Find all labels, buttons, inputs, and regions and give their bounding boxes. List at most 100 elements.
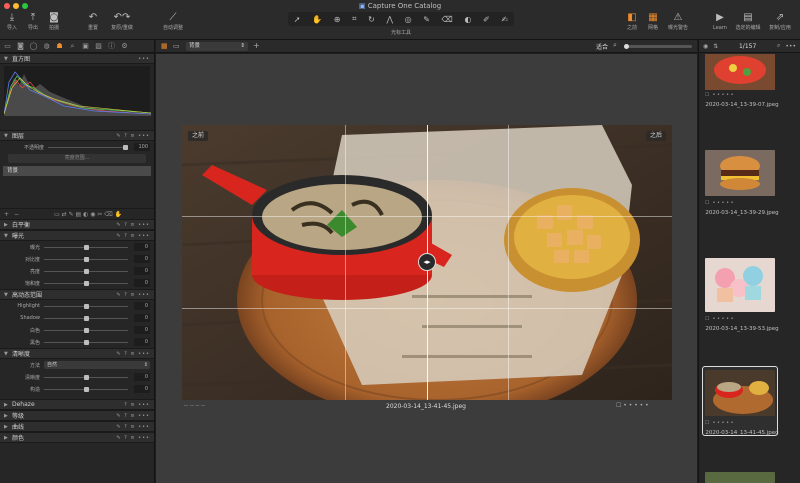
- exposure-header[interactable]: ▼ 曝光 ✎ ? ≡ •••: [0, 230, 154, 241]
- multi-view-icon[interactable]: ▭: [173, 42, 180, 50]
- before-button[interactable]: ◧ 之前: [621, 12, 643, 32]
- more-options-icon[interactable]: •••: [138, 56, 150, 62]
- capture-button[interactable]: ◙ 拍摄: [43, 12, 65, 32]
- single-view-icon[interactable]: ▦: [161, 42, 168, 50]
- hdr-header[interactable]: ▼ 高动态范围 ✎ ? ≡ •••: [0, 289, 154, 300]
- exposure-slider[interactable]: [44, 244, 128, 250]
- main-photo[interactable]: ◂▸ 之前 之后: [182, 125, 672, 400]
- background-layer-item[interactable]: 背景: [3, 166, 151, 176]
- zoom-fit-label[interactable]: 适合: [596, 42, 608, 51]
- expand-arrow-icon: ▶: [4, 401, 8, 408]
- library-tab-icon[interactable]: ▭: [3, 42, 12, 50]
- layer-select[interactable]: 背景 ⇕: [186, 42, 248, 51]
- local-adjust-tab-icon[interactable]: ▣: [81, 42, 90, 50]
- picker-icon[interactable]: ✐: [483, 15, 490, 24]
- lens-tab-icon[interactable]: ◯: [29, 42, 38, 50]
- structure-slider[interactable]: [44, 386, 128, 392]
- crop-icon[interactable]: ⌗: [352, 14, 357, 24]
- more-options-icon[interactable]: •••: [785, 43, 796, 50]
- section-actions-icon[interactable]: ✎ ? ≡ •••: [116, 424, 150, 430]
- clarity-slider[interactable]: [44, 374, 128, 380]
- section-actions-icon[interactable]: ✎ ? ≡ •••: [116, 292, 150, 298]
- section-actions-icon[interactable]: ? ≡ •••: [124, 402, 150, 408]
- luma-range-button[interactable]: 亮度范围...: [8, 154, 146, 163]
- clarity-method-select[interactable]: 自然 ⇕: [44, 361, 150, 369]
- thumbnail-image[interactable]: [705, 150, 775, 196]
- section-actions-icon[interactable]: ✎ ? ≡ •••: [116, 133, 150, 139]
- hand-icon[interactable]: ✋: [312, 15, 322, 24]
- selected-edits-button[interactable]: ▤ 选定的编辑: [733, 12, 763, 32]
- highlight-slider[interactable]: [44, 303, 128, 309]
- mask-tools-icon[interactable]: ▭ ⇄ ✎ ▤ ◐ ◉ ✂ ⌫ ✋: [54, 211, 122, 218]
- color-tab-icon[interactable]: ◍: [42, 42, 51, 50]
- clarity-header[interactable]: ▼ 清晰度 ✎ ? ≡ •••: [0, 348, 154, 359]
- eraser-icon[interactable]: ⌫: [442, 15, 453, 24]
- spot-icon[interactable]: ◎: [405, 15, 412, 24]
- sort-icon[interactable]: ⇅: [713, 43, 718, 50]
- cursor-tools-group: ➚ ✋ ⊕ ⌗ ↻ ⋀ ◎ ✎ ⌫ ◐ ✐ ✍: [288, 12, 514, 26]
- adjustments-tab-icon[interactable]: ▨: [94, 42, 103, 50]
- select-cursor-icon[interactable]: ➚: [294, 15, 301, 24]
- view-eye-icon[interactable]: ◉: [703, 43, 708, 50]
- black-slider[interactable]: [44, 339, 128, 345]
- auto-adjust-button[interactable]: ⟋ 自动调整: [160, 12, 186, 32]
- details-tab-icon[interactable]: ⌕: [68, 42, 77, 51]
- white-slider[interactable]: [44, 327, 128, 333]
- levels-header[interactable]: ▶ 等级 ✎ ? ≡ •••: [0, 410, 154, 421]
- annotate-icon[interactable]: ✍: [501, 15, 508, 24]
- keystone-icon[interactable]: ⋀: [386, 15, 393, 24]
- export-button[interactable]: ⤒ 导出: [22, 12, 44, 32]
- shadow-slider[interactable]: [44, 315, 128, 321]
- structure-slider-row: 构造 0: [29, 385, 150, 393]
- copy-apply-button[interactable]: ⇗ 复制/应用: [765, 12, 795, 32]
- rating-control[interactable]: ☐ • • • • •: [705, 92, 775, 98]
- zoom-icon[interactable]: ⊕: [334, 15, 341, 24]
- gradient-icon[interactable]: ◐: [464, 15, 471, 24]
- import-button[interactable]: ⤓ 导入: [1, 12, 23, 32]
- grid-button[interactable]: ▦ 网格: [642, 12, 664, 32]
- white-balance-header[interactable]: ▶ 白平衡 ✎ ? ≡ •••: [0, 219, 154, 230]
- section-actions-icon[interactable]: ✎ ? ≡ •••: [116, 233, 150, 239]
- section-actions-icon[interactable]: ✎ ? ≡ •••: [116, 435, 150, 441]
- search-icon[interactable]: ⌕: [777, 42, 780, 50]
- contrast-slider[interactable]: [44, 256, 128, 262]
- output-tab-icon[interactable]: ⚙: [120, 42, 129, 50]
- curve-header[interactable]: ▶ 曲线 ✎ ? ≡ •••: [0, 421, 154, 432]
- checkbox-icon: ☐: [616, 402, 622, 409]
- rating-control[interactable]: ☐ • • • • •: [616, 402, 649, 409]
- thumbnail-image[interactable]: [705, 54, 775, 90]
- brush-icon[interactable]: ✎: [423, 15, 430, 24]
- metadata-tab-icon[interactable]: ⓘ: [107, 41, 116, 51]
- add-layer-icon[interactable]: +: [253, 41, 260, 50]
- exposure-warning-button[interactable]: ⚠ 曝光警告: [665, 12, 691, 32]
- thumbnail-image[interactable]: [705, 258, 775, 312]
- saturation-slider[interactable]: [44, 280, 128, 286]
- dehaze-header[interactable]: ▶ Dehaze ? ≡ •••: [0, 399, 154, 410]
- thumbnail-image[interactable]: [705, 370, 775, 416]
- learn-button[interactable]: ▶ Learn: [709, 12, 731, 32]
- rating-control[interactable]: ☐ • • • • •: [705, 420, 775, 426]
- zoom-slider[interactable]: [624, 44, 692, 49]
- exposure-tab-icon[interactable]: ☗: [55, 42, 64, 50]
- capture-tab-icon[interactable]: ◙: [16, 42, 25, 50]
- section-actions-icon[interactable]: ✎ ? ≡ •••: [116, 351, 150, 357]
- histogram-header[interactable]: ▼ 直方图 •••: [0, 53, 154, 64]
- camera-icon: ◙: [49, 12, 59, 23]
- opacity-slider[interactable]: [48, 144, 129, 150]
- layers-header[interactable]: ▼ 图层 ✎ ? ≡ •••: [0, 130, 154, 141]
- split-handle-icon[interactable]: ◂▸: [418, 253, 436, 271]
- add-layer-icon[interactable]: +: [4, 211, 9, 218]
- color-header[interactable]: ▶ 颜色 ✎ ? ≡ •••: [0, 432, 154, 443]
- thumbnail-image[interactable]: [705, 472, 775, 483]
- section-actions-icon[interactable]: ✎ ? ≡ •••: [116, 222, 150, 228]
- rotate-icon[interactable]: ↻: [368, 15, 375, 24]
- browser-toolbar: ◉ ⇅ 1/157 ⌕ •••: [699, 40, 800, 53]
- white-slider-row: 白色 0: [29, 326, 150, 334]
- section-actions-icon[interactable]: ✎ ? ≡ •••: [116, 413, 150, 419]
- rating-control[interactable]: ☐ • • • • •: [705, 316, 775, 322]
- rating-control[interactable]: ☐ • • • • •: [705, 200, 775, 206]
- brightness-slider[interactable]: [44, 268, 128, 274]
- reset-button[interactable]: ↶ 重置: [82, 12, 104, 32]
- remove-layer-icon[interactable]: −: [14, 211, 19, 218]
- undo-redo-button[interactable]: ↶↷ 复原/重做: [109, 12, 135, 32]
